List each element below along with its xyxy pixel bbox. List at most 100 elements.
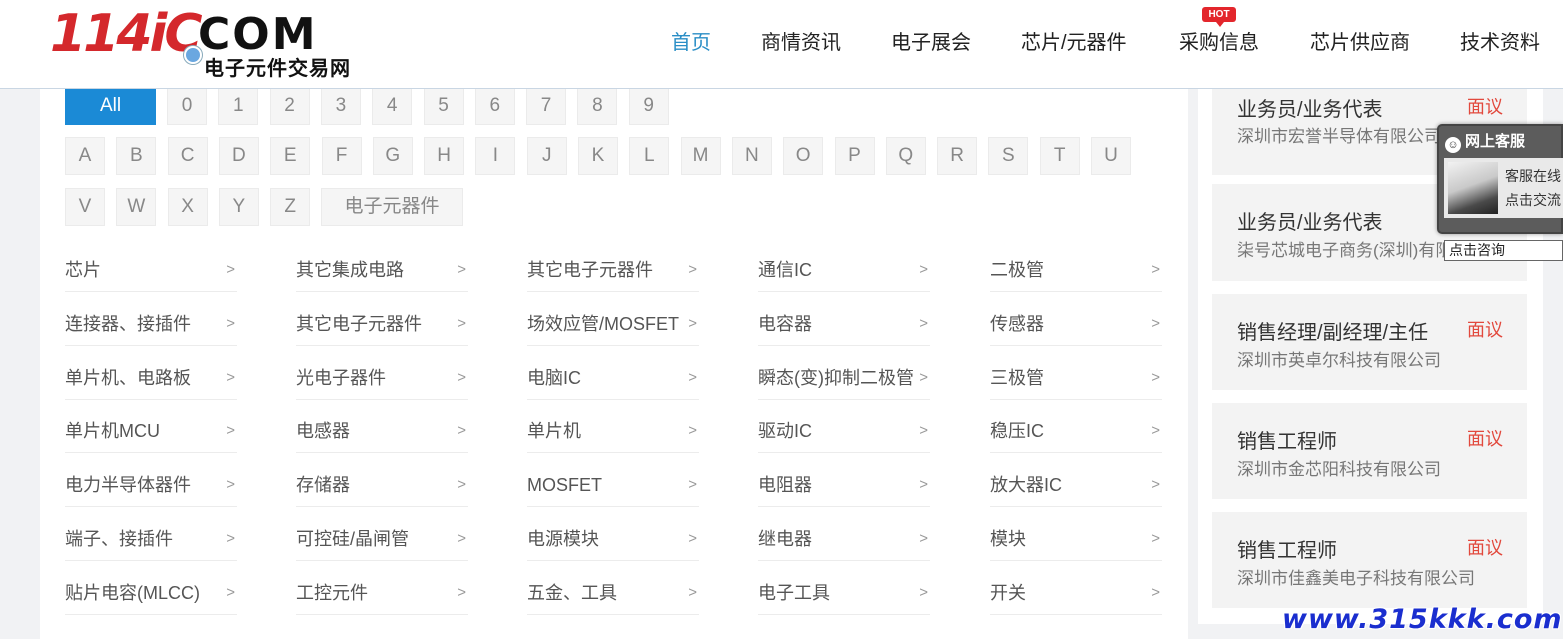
category-link[interactable]: 工控元件 > xyxy=(296,575,468,615)
filter-letter-m[interactable]: M xyxy=(680,137,721,175)
category-link[interactable]: 模块 > xyxy=(990,521,1162,561)
job-card[interactable]: 销售工程师 面议 深圳市佳鑫美电子科技有限公司 xyxy=(1212,512,1527,608)
filter-letter-x[interactable]: X xyxy=(167,188,208,226)
job-company[interactable]: 深圳市宏誉半导体有限公司 xyxy=(1237,122,1441,147)
category-link[interactable]: 单片机 > xyxy=(527,413,699,454)
category-link[interactable]: 电力半导体器件 > xyxy=(65,467,237,508)
filter-all-button[interactable]: All xyxy=(65,87,156,125)
category-link[interactable]: 瞬态(变)抑制二极管 > xyxy=(758,360,930,400)
filter-letter-h[interactable]: H xyxy=(424,137,465,175)
category-link[interactable]: 端子、接插件 > xyxy=(65,521,237,561)
category-link[interactable]: 电源模块 > xyxy=(527,521,699,561)
nav-exhibitions[interactable]: 电子展会 xyxy=(891,26,971,55)
category-link[interactable]: 五金、工具 > xyxy=(527,575,699,615)
filter-digit-1[interactable]: 1 xyxy=(218,87,259,125)
filter-letter-o[interactable]: O xyxy=(783,137,824,175)
site-logo[interactable]: 114iC COM 电子元件交易网 xyxy=(46,6,391,84)
filter-letter-g[interactable]: G xyxy=(372,137,413,175)
filter-letter-k[interactable]: K xyxy=(578,137,618,175)
category-link[interactable]: 放大器IC > xyxy=(990,467,1162,508)
category-link[interactable]: 贴片电容(MLCC) > xyxy=(65,575,237,615)
category-link[interactable]: 电容器 > xyxy=(758,306,930,346)
filter-letter-u[interactable]: U xyxy=(1091,137,1131,175)
chevron-right-icon: > xyxy=(688,261,697,278)
category-label: 单片机、电路板 xyxy=(65,367,191,388)
category-label: MOSFET xyxy=(527,475,602,496)
category-link[interactable]: 其它集成电路 > xyxy=(296,252,468,292)
category-link[interactable]: 单片机MCU > xyxy=(65,413,237,454)
job-card[interactable]: 销售工程师 面议 深圳市金芯阳科技有限公司 xyxy=(1212,403,1527,499)
filter-letter-y[interactable]: Y xyxy=(218,188,259,226)
category-link[interactable]: 继电器 > xyxy=(758,521,930,561)
filter-letter-j[interactable]: J xyxy=(526,137,567,175)
nav-suppliers[interactable]: 芯片供应商 xyxy=(1310,26,1410,55)
filter-digit-2[interactable]: 2 xyxy=(269,87,310,125)
category-link[interactable]: 其它电子元器件 > xyxy=(527,252,699,292)
category-link[interactable]: 场效应管/MOSFET > xyxy=(527,306,699,346)
filter-digit-0[interactable]: 0 xyxy=(167,87,207,125)
category-link[interactable]: 三极管 > xyxy=(990,360,1162,400)
category-link[interactable]: 电子工具 > xyxy=(758,575,930,615)
filter-digit-6[interactable]: 6 xyxy=(474,87,515,125)
job-company[interactable]: 深圳市佳鑫美电子科技有限公司 xyxy=(1237,564,1475,589)
consult-button[interactable]: 点击咨询 xyxy=(1444,240,1563,261)
filter-letter-s[interactable]: S xyxy=(988,137,1029,175)
filter-digit-9[interactable]: 9 xyxy=(628,87,669,125)
filter-letter-e[interactable]: E xyxy=(270,137,311,175)
nav-home[interactable]: 首页 xyxy=(671,26,711,55)
chevron-right-icon: > xyxy=(226,314,235,332)
nav-components[interactable]: 芯片/元器件 xyxy=(1021,26,1127,55)
category-link[interactable]: 其它电子元器件 > xyxy=(296,306,468,346)
category-link[interactable]: 通信IC > xyxy=(758,252,930,292)
filter-letter-n[interactable]: N xyxy=(731,137,772,175)
category-link[interactable]: 光电子器件 > xyxy=(296,360,468,400)
category-link[interactable]: 开关 > xyxy=(990,575,1162,615)
category-link[interactable]: 电感器 > xyxy=(296,413,468,454)
job-company[interactable]: 深圳市英卓尔科技有限公司 xyxy=(1237,346,1441,371)
filter-letter-z[interactable]: Z xyxy=(270,188,311,226)
filter-letter-a[interactable]: A xyxy=(65,137,105,175)
filter-letter-v[interactable]: V xyxy=(65,188,105,226)
filter-digit-8[interactable]: 8 xyxy=(577,87,618,125)
category-link[interactable]: 电脑IC > xyxy=(527,360,699,400)
filter-category-tag[interactable]: 电子元器件 xyxy=(321,188,463,226)
nav-tech-docs[interactable]: 技术资料 xyxy=(1460,26,1540,55)
cs-chat-text[interactable]: 点击交流 xyxy=(1505,190,1561,210)
nav-market-news[interactable]: 商情资讯 xyxy=(761,26,841,55)
filter-letter-q[interactable]: Q xyxy=(885,137,926,175)
filter-digit-4[interactable]: 4 xyxy=(372,87,413,125)
filter-letter-b[interactable]: B xyxy=(116,137,157,175)
job-card[interactable]: 销售经理/副经理/主任 面议 深圳市英卓尔科技有限公司 xyxy=(1212,294,1527,390)
category-link[interactable]: 存储器 > xyxy=(296,467,468,508)
filter-digit-5[interactable]: 5 xyxy=(423,87,464,125)
category-link[interactable]: 可控硅/晶闸管 > xyxy=(296,521,468,561)
category-link[interactable]: 二极管 > xyxy=(990,252,1162,292)
job-title[interactable]: 销售工程师 xyxy=(1237,534,1337,563)
category-link[interactable]: 电阻器 > xyxy=(758,467,930,508)
filter-letter-d[interactable]: D xyxy=(218,137,259,175)
filter-letter-t[interactable]: T xyxy=(1039,137,1080,175)
job-title[interactable]: 业务员/业务代表 xyxy=(1237,206,1383,235)
category-link[interactable]: MOSFET > xyxy=(527,467,699,508)
job-title[interactable]: 销售工程师 xyxy=(1237,425,1337,454)
category-link[interactable]: 稳压IC > xyxy=(990,413,1162,454)
job-company[interactable]: 深圳市金芯阳科技有限公司 xyxy=(1237,455,1441,480)
filter-letter-i[interactable]: I xyxy=(475,137,516,175)
filter-letter-f[interactable]: F xyxy=(321,137,362,175)
job-title[interactable]: 业务员/业务代表 xyxy=(1237,93,1383,122)
filter-letter-p[interactable]: P xyxy=(834,137,875,175)
category-link[interactable]: 传感器 > xyxy=(990,306,1162,346)
category-link[interactable]: 单片机、电路板 > xyxy=(65,360,237,400)
filter-digit-3[interactable]: 3 xyxy=(320,87,361,125)
customer-service-widget[interactable]: ☺ 网上客服 客服在线 点击交流 xyxy=(1437,124,1563,234)
filter-digit-7[interactable]: 7 xyxy=(526,87,567,125)
filter-letter-w[interactable]: W xyxy=(116,188,157,226)
filter-letter-c[interactable]: C xyxy=(167,137,208,175)
job-title[interactable]: 销售经理/副经理/主任 xyxy=(1237,316,1428,345)
filter-letter-l[interactable]: L xyxy=(629,137,670,175)
nav-purchase-info[interactable]: 采购信息 xyxy=(1179,26,1259,55)
category-link[interactable]: 芯片 > xyxy=(65,252,237,292)
category-link[interactable]: 连接器、接插件 > xyxy=(65,306,237,346)
category-link[interactable]: 驱动IC > xyxy=(758,413,930,454)
filter-letter-r[interactable]: R xyxy=(937,137,978,175)
